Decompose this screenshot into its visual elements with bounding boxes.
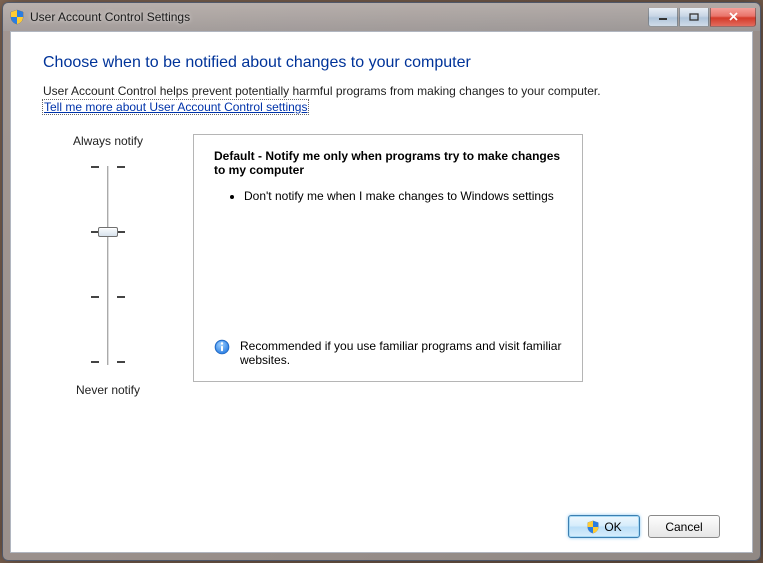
uac-shield-icon <box>9 9 25 25</box>
slider-tick <box>117 231 125 233</box>
ok-button[interactable]: OK <box>568 515 640 538</box>
close-button[interactable] <box>710 8 756 27</box>
footer-buttons: OK Cancel <box>43 501 720 538</box>
slider-tick <box>117 361 125 363</box>
description-panel: Default - Notify me only when programs t… <box>193 134 583 382</box>
page-heading: Choose when to be notified about changes… <box>43 54 720 72</box>
uac-settings-window: User Account Control Settings Choose whe… <box>2 2 761 561</box>
slider-tick <box>117 166 125 168</box>
cancel-button[interactable]: Cancel <box>648 515 720 538</box>
ok-label: OK <box>604 520 621 534</box>
notification-slider[interactable] <box>73 158 143 373</box>
recommendation-text: Recommended if you use familiar programs… <box>240 339 562 367</box>
window-controls <box>648 8 756 27</box>
window-title: User Account Control Settings <box>30 10 648 24</box>
slider-track <box>107 166 109 365</box>
intro-text: User Account Control helps prevent poten… <box>43 84 720 98</box>
uac-shield-icon <box>586 520 600 534</box>
cancel-label: Cancel <box>665 520 702 534</box>
slider-column: Always notify Never notify <box>43 134 173 501</box>
maximize-button[interactable] <box>679 8 709 27</box>
content-area: Choose when to be notified about changes… <box>10 31 753 553</box>
titlebar[interactable]: User Account Control Settings <box>3 3 760 31</box>
slider-tick <box>117 296 125 298</box>
description-list: Don't notify me when I make changes to W… <box>214 189 562 209</box>
minimize-button[interactable] <box>648 8 678 27</box>
slider-tick <box>91 166 99 168</box>
help-link[interactable]: Tell me more about User Account Control … <box>43 100 308 114</box>
info-icon <box>214 339 230 355</box>
slider-label-always: Always notify <box>73 134 143 148</box>
description-item: Don't notify me when I make changes to W… <box>244 189 562 203</box>
slider-tick <box>91 296 99 298</box>
slider-tick <box>91 361 99 363</box>
slider-label-never: Never notify <box>76 383 140 397</box>
slider-thumb[interactable] <box>98 227 118 237</box>
recommendation-row: Recommended if you use familiar programs… <box>214 339 562 367</box>
description-title: Default - Notify me only when programs t… <box>214 149 562 177</box>
settings-body: Always notify Never notify Default - Not… <box>43 134 720 501</box>
